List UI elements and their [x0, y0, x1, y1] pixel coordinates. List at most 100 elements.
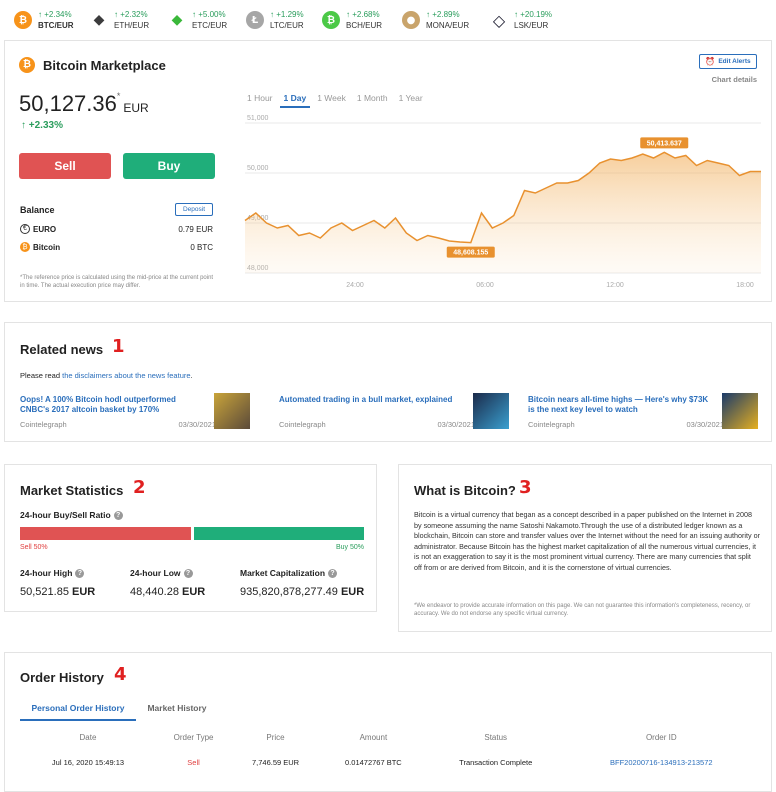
column-header: Date	[79, 733, 97, 742]
help-icon[interactable]: ?	[183, 569, 193, 579]
ticker-etc-eur[interactable]: ◆ ↑ +5.00% ETC/EUR	[168, 8, 228, 32]
y-tick-label: 51,000	[247, 115, 269, 122]
sell-ratio-bar	[20, 527, 191, 540]
ticker-pair: BTC/EUR	[38, 21, 74, 30]
ticker-btc-eur[interactable]: ₿ ↑ +2.34% BTC/EUR	[14, 8, 74, 32]
y-tick-label: 50,000	[247, 165, 269, 172]
current-price: 50,127.36	[19, 91, 117, 116]
column-header: Status	[484, 733, 508, 742]
x-tick-label: 06:00	[476, 282, 494, 289]
column-header: Order Type	[173, 733, 214, 742]
accuracy-note: *We endeavor to provide accurate informa…	[414, 603, 751, 617]
tab-market-history[interactable]: Market History	[140, 699, 214, 721]
deposit-button[interactable]: Deposit	[175, 203, 213, 216]
order-amount: 0.01472767 BTC	[345, 758, 402, 767]
edit-alerts-button[interactable]: ⏰ Edit Alerts	[699, 54, 757, 69]
euro-icon: €	[20, 224, 30, 234]
chart-high-label: 50,413.637	[647, 140, 682, 147]
what-is-bitcoin-card: What is Bitcoin? 3 Bitcoin is a virtual …	[398, 464, 772, 632]
alarm-clock-icon: ⏰	[705, 57, 716, 66]
chart-details-link[interactable]: Chart details	[695, 75, 757, 84]
news-item-source: Cointelegraph	[20, 420, 67, 429]
news-thumbnail[interactable]	[473, 393, 509, 429]
news-thumbnail[interactable]	[722, 393, 758, 429]
news-item-title[interactable]: Oops! A 100% Bitcoin hodl outperformed C…	[20, 395, 206, 415]
ticker-change: ↑ +20.19%	[514, 10, 553, 19]
buy-button[interactable]: Buy	[123, 153, 215, 179]
range-tabs: 1 Hour 1 Day 1 Week 1 Month 1 Year	[243, 93, 430, 108]
news-item-title[interactable]: Automated trading in a bull market, expl…	[279, 395, 465, 405]
bch-coin-icon: ₿	[322, 11, 340, 29]
help-icon[interactable]: ?	[328, 569, 338, 579]
marketplace-title: Bitcoin Marketplace	[43, 58, 166, 73]
bitcoin-small-icon: ₿	[20, 242, 30, 252]
table-row: Jul 16, 2020 15:49:13 Sell 7,746.59 EUR 0.0…	[20, 756, 758, 769]
price-chart: 51,00050,00049,00048,00024:0006:0012:001…	[244, 115, 761, 289]
balance-label: Balance	[20, 205, 55, 215]
cap-value: 935,820,878,277.49 EUR	[240, 586, 365, 598]
related-news-title: Related news	[20, 342, 104, 357]
ticker-change: ↑ +1.29%	[270, 10, 304, 19]
bitcoin-label: Bitcoin	[33, 243, 61, 252]
ticker-eth-eur[interactable]: ◆ ↑ +2.32% ETH/EUR	[90, 8, 150, 32]
range-tab-1-week[interactable]: 1 Week	[313, 93, 350, 108]
range-tab-1-hour[interactable]: 1 Hour	[243, 93, 277, 108]
low-label: 24-hour Low?	[130, 568, 193, 579]
table-header-row: Date Order Type Price Amount Status Order ID	[20, 729, 758, 756]
range-tab-1-year[interactable]: 1 Year	[395, 93, 427, 108]
tab-personal-order-history[interactable]: Personal Order History	[20, 699, 136, 721]
eth-coin-icon: ◆	[93, 12, 105, 28]
section-number-4: 4	[114, 664, 127, 685]
euro-balance: 0.79 EUR	[178, 225, 213, 234]
range-tab-1-day[interactable]: 1 Day	[279, 93, 311, 108]
chart-low-label: 48,608.155	[453, 250, 488, 257]
news-item-source: Cointelegraph	[528, 420, 575, 429]
column-header: Price	[266, 733, 285, 742]
news-thumbnail[interactable]	[214, 393, 250, 429]
column-header: Order ID	[645, 733, 677, 742]
news-item-date: 03/30/2021	[686, 420, 724, 429]
disclaimer-link[interactable]: the disclaimers about the news feature	[62, 371, 190, 380]
news-item-date: 03/30/2021	[178, 420, 216, 429]
ticker-change: ↑ +5.00%	[192, 10, 226, 19]
buy-ratio-bar	[193, 527, 364, 540]
section-number-1: 1	[112, 336, 125, 357]
help-icon[interactable]: ?	[113, 511, 123, 521]
x-tick-label: 18:00	[736, 282, 754, 289]
related-news-card: Related news 1 Please read the disclaime…	[4, 322, 772, 442]
news-disclaimer: Please read the disclaimers about the ne…	[20, 371, 193, 380]
ticker-bch-eur[interactable]: ₿ ↑ +2.68% BCH/EUR	[322, 8, 382, 32]
cap-label: Market Capitalization?	[240, 568, 338, 579]
high-label: 24-hour High?	[20, 568, 85, 579]
ticker-pair: MONA/EUR	[426, 21, 470, 30]
ticker-change: ↑ +2.68%	[346, 10, 380, 19]
ticker-change: ↑ +2.32%	[114, 10, 148, 19]
order-price: 7,746.59 EUR	[251, 758, 300, 767]
order-id[interactable]: BFF20200716-134913-213572	[565, 756, 758, 769]
range-tab-1-month[interactable]: 1 Month	[353, 93, 392, 108]
news-item-source: Cointelegraph	[279, 420, 326, 429]
orders-table: Date Order Type Price Amount Status Order ID J…	[20, 729, 758, 769]
order-tabs: Personal Order History Market History	[20, 699, 220, 721]
ratio-bar	[20, 527, 364, 540]
x-tick-label: 24:00	[346, 282, 364, 289]
ltc-coin-icon: Ł	[246, 11, 264, 29]
order-history-title: Order History	[20, 670, 104, 685]
bitcoin-balance: 0 BTC	[190, 243, 213, 252]
ticker-mona-eur[interactable]: ● ↑ +2.89% MONA/EUR	[402, 8, 469, 32]
help-icon[interactable]: ?	[75, 569, 85, 579]
etc-coin-icon: ◆	[171, 12, 183, 28]
price-area	[245, 152, 761, 273]
news-item-title[interactable]: Bitcoin nears all-time highs — Here's wh…	[528, 395, 714, 415]
ticker-lsk-eur[interactable]: ◇ ↑ +20.19% LSK/EUR	[490, 8, 552, 32]
price-currency: EUR	[123, 101, 149, 115]
euro-label: EURO	[33, 225, 57, 234]
news-item-date: 03/30/2021	[437, 420, 475, 429]
buy-percent: Buy 50%	[335, 544, 364, 551]
ticker-pair: LTC/EUR	[270, 21, 304, 30]
sell-button[interactable]: Sell	[19, 153, 111, 179]
order-history-card: Order History 4 Personal Order History M…	[4, 652, 772, 792]
ticker-ltc-eur[interactable]: Ł ↑ +1.29% LTC/EUR	[246, 8, 304, 32]
ticker-pair: BCH/EUR	[346, 21, 383, 30]
ticker-bar: ₿ ↑ +2.34% BTC/EUR ◆ ↑ +2.32% ETH/EUR ◆ ↑ +5.00…	[0, 0, 776, 36]
